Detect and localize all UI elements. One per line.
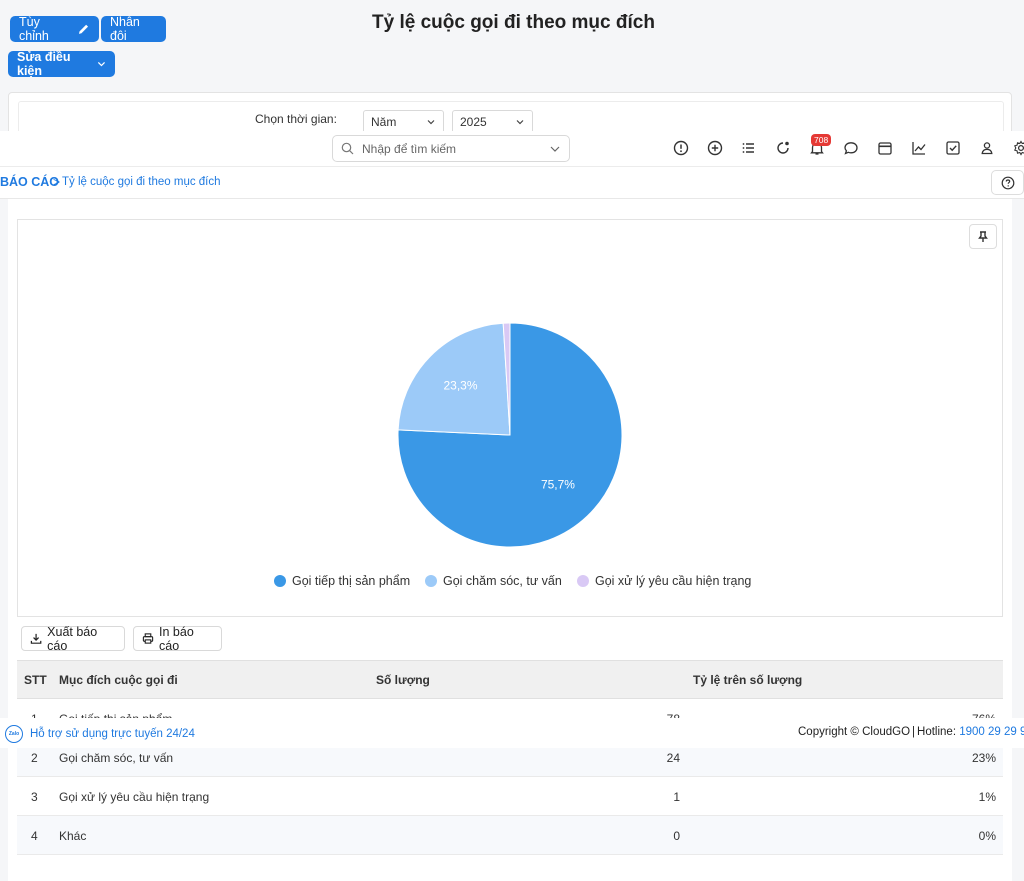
pin-icon (978, 230, 988, 242)
chevron-down-icon (427, 120, 435, 125)
list-icon[interactable] (740, 139, 758, 157)
cell-stt: 4 (31, 829, 38, 843)
chevron-down-icon (516, 120, 524, 125)
support-link[interactable]: Hỗ trợ sử dụng trực tuyến 24/24 (30, 728, 195, 740)
printer-icon (142, 633, 154, 644)
help-icon (1001, 176, 1014, 189)
add-icon[interactable] (706, 139, 724, 157)
zalo-label: Zalo (8, 731, 20, 737)
page-title: Tỷ lệ cuộc gọi đi theo mục đích (372, 12, 655, 33)
download-icon (30, 633, 42, 644)
notification-badge: 708 (811, 134, 832, 146)
pin-button[interactable] (969, 224, 997, 249)
pencil-icon (79, 24, 89, 34)
duplicate-button[interactable]: Nhân đôi (101, 15, 166, 43)
help-button[interactable] (991, 170, 1024, 195)
copyright-divider: | (912, 726, 916, 738)
legend-item-marketing[interactable]: Gọi tiếp thị sản phẩm (274, 574, 410, 588)
pie-chart: 75,7% 23,3% (397, 322, 623, 548)
chat-icon[interactable] (842, 139, 860, 157)
print-report-label: In báo cáo (159, 624, 194, 653)
copyright-text: Copyright © CloudGO | Hotline: 1900 29 29 … (798, 726, 1024, 738)
breadcrumb-separator: > (53, 175, 61, 189)
breadcrumb-root-link[interactable]: BÁO CÁO (0, 175, 59, 189)
alert-icon[interactable] (672, 139, 690, 157)
legend-item-customer-care[interactable]: Gọi chăm sóc, tư vấn (425, 574, 562, 588)
cell-stt: 2 (31, 751, 38, 765)
copyright-label: Copyright © CloudGO (798, 726, 911, 738)
pie-data-label: 23,3% (444, 378, 478, 392)
cell-count: 24 (666, 751, 680, 765)
duplicate-label: Nhân đôi (110, 15, 140, 43)
table-row (17, 816, 1003, 855)
legend-swatch (425, 575, 437, 587)
cell-stt: 3 (31, 790, 38, 804)
legend-swatch (577, 575, 589, 587)
cell-count: 0 (673, 829, 680, 843)
edit-condition-button[interactable]: Sửa điều kiện (8, 50, 115, 78)
print-report-button[interactable]: In báo cáo (133, 624, 222, 653)
column-header-count: Số lượng (376, 673, 430, 687)
chevron-down-icon (550, 146, 560, 152)
gear-icon[interactable] (1012, 139, 1024, 157)
refresh-icon[interactable] (774, 139, 792, 157)
calendar-icon[interactable] (876, 139, 894, 157)
year-select-value: 2025 (460, 115, 487, 129)
breadcrumb-current: Tỷ lệ cuộc gọi đi theo mục đích (62, 176, 221, 188)
legend-item-status-request[interactable]: Gọi xử lý yêu cầu hiện trạng (577, 574, 751, 588)
column-header-ratio: Tỷ lệ trên số lượng (693, 673, 803, 687)
cell-purpose: Gọi xử lý yêu cầu hiện trạng (59, 790, 210, 804)
cell-purpose: Khác (59, 829, 87, 843)
column-header-stt: STT (24, 673, 47, 687)
search-input[interactable]: Nhập để tìm kiếm (332, 135, 570, 162)
chart-icon[interactable] (910, 139, 928, 157)
customize-button[interactable]: Tùy chỉnh (10, 15, 99, 43)
cell-ratio: 1% (978, 790, 996, 804)
cell-ratio: 0% (978, 829, 996, 843)
hotline-label: Hotline: (917, 726, 957, 738)
edit-condition-label: Sửa điều kiện (17, 50, 71, 78)
checkbox-icon[interactable] (944, 139, 962, 157)
cell-purpose: Gọi chăm sóc, tư vấn (59, 751, 174, 765)
customize-label: Tùy chỉnh (19, 15, 49, 43)
export-report-button[interactable]: Xuất báo cáo (21, 624, 125, 653)
legend-label: Gọi tiếp thị sản phẩm (292, 574, 411, 588)
cell-ratio: 23% (971, 751, 996, 765)
export-report-label: Xuất báo cáo (47, 624, 98, 653)
legend-label: Gọi chăm sóc, tư vấn (443, 574, 562, 588)
period-select-value: Năm (371, 115, 397, 129)
search-icon (341, 142, 354, 155)
user-icon[interactable] (978, 139, 996, 157)
cell-count: 1 (673, 790, 680, 804)
search-placeholder: Nhập để tìm kiếm (362, 141, 457, 156)
time-filter-label: Chọn thời gian: (255, 112, 337, 126)
legend-swatch (274, 575, 286, 587)
pie-data-label: 75,7% (541, 477, 575, 491)
zalo-icon[interactable]: Zalo (5, 725, 23, 743)
column-header-purpose: Mục đích cuộc gọi đi (59, 673, 178, 687)
legend-label: Gọi xử lý yêu cầu hiện trạng (595, 574, 752, 588)
chevron-down-icon (97, 61, 106, 67)
hotline-number[interactable]: 1900 29 29 90 (959, 726, 1024, 738)
